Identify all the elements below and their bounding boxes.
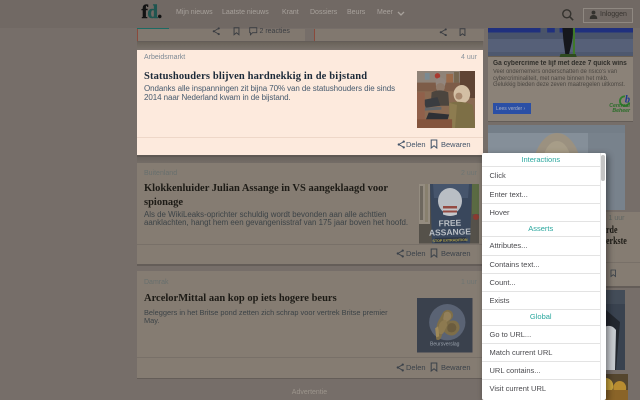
svg-text:ASSANGE: ASSANGE xyxy=(429,226,472,237)
svg-text:Beursverslag: Beursverslag xyxy=(430,341,460,347)
